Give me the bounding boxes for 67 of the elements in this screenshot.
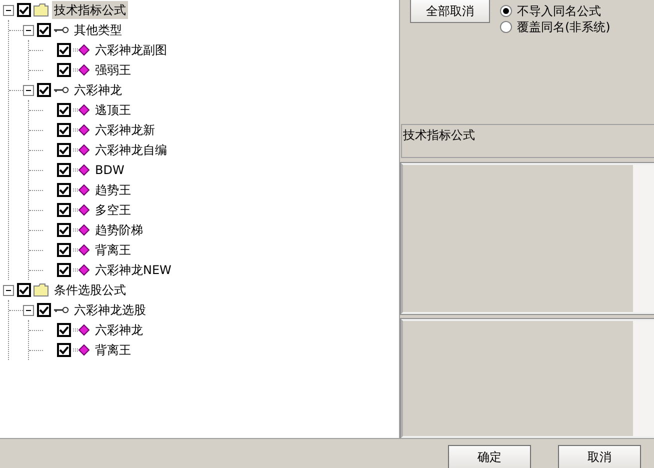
- checkbox[interactable]: [57, 143, 71, 157]
- cancel-button[interactable]: 取消: [558, 445, 641, 468]
- tree-item[interactable]: 六彩神龙选股: [72, 301, 148, 319]
- diamond-icon: [73, 344, 90, 356]
- tree-item[interactable]: 六彩神龙NEW: [93, 261, 174, 279]
- tree-item[interactable]: 六彩神龙副图: [93, 41, 169, 59]
- tree-item[interactable]: 六彩神龙新: [93, 121, 157, 139]
- checkbox[interactable]: [57, 243, 71, 257]
- collapse-icon[interactable]: [23, 24, 34, 36]
- diamond-icon: [73, 164, 90, 176]
- tree-item[interactable]: 六彩神龙自编: [93, 141, 169, 159]
- checkbox[interactable]: [57, 43, 71, 57]
- tree-item[interactable]: 六彩神龙: [72, 81, 124, 99]
- folder-icon: [33, 3, 49, 17]
- checkbox[interactable]: [57, 103, 71, 117]
- checkbox[interactable]: [57, 343, 71, 357]
- collapse-icon[interactable]: [23, 304, 34, 316]
- tree-item[interactable]: 趋势王: [93, 181, 133, 199]
- checkbox[interactable]: [57, 123, 71, 137]
- diamond-icon: [73, 144, 90, 156]
- diamond-icon: [73, 244, 90, 256]
- tree-item[interactable]: 背离王: [93, 341, 133, 359]
- diamond-icon: [73, 64, 90, 76]
- radio-button[interactable]: [500, 5, 512, 17]
- checkbox[interactable]: [37, 83, 51, 97]
- checkbox[interactable]: [17, 3, 31, 17]
- tree-item[interactable]: 逃顶王: [93, 101, 133, 119]
- tree-item[interactable]: 强弱王: [93, 61, 133, 79]
- diamond-icon: [73, 264, 90, 276]
- diamond-icon: [73, 324, 90, 336]
- radio-label[interactable]: 覆盖同名(非系统): [517, 18, 610, 36]
- tree-item[interactable]: BDW: [93, 161, 126, 179]
- checkbox[interactable]: [57, 323, 71, 337]
- diamond-icon: [73, 104, 90, 116]
- key-icon: [53, 86, 69, 94]
- checkbox[interactable]: [57, 203, 71, 217]
- tree-item[interactable]: 趋势阶梯: [93, 221, 145, 239]
- tree-item[interactable]: 其他类型: [72, 21, 124, 39]
- deselect-all-button[interactable]: 全部取消: [410, 0, 490, 23]
- key-icon: [53, 306, 69, 314]
- checkbox[interactable]: [57, 183, 71, 197]
- diamond-icon: [73, 224, 90, 236]
- tree-item[interactable]: 条件选股公式: [52, 281, 128, 299]
- tree-item[interactable]: 多空王: [93, 201, 133, 219]
- radio-button[interactable]: [500, 21, 512, 33]
- info-box: 技术指标公式: [401, 124, 654, 158]
- diamond-icon: [73, 44, 90, 56]
- tree-item[interactable]: 六彩神龙: [93, 321, 145, 339]
- ok-button[interactable]: 确定: [448, 445, 531, 468]
- tree-item[interactable]: 技术指标公式: [52, 1, 128, 19]
- checkbox[interactable]: [37, 303, 51, 317]
- checkbox[interactable]: [37, 23, 51, 37]
- diamond-icon: [73, 124, 90, 136]
- collapse-icon[interactable]: [23, 84, 34, 96]
- folder-icon: [33, 283, 49, 297]
- checkbox[interactable]: [57, 263, 71, 277]
- checkbox[interactable]: [57, 223, 71, 237]
- key-icon: [53, 26, 69, 34]
- collapse-icon[interactable]: [3, 4, 14, 16]
- diamond-icon: [73, 184, 90, 196]
- tree-item[interactable]: 背离王: [93, 241, 133, 259]
- radio-label[interactable]: 不导入同名公式: [517, 2, 601, 20]
- checkbox[interactable]: [17, 283, 31, 297]
- checkbox[interactable]: [57, 163, 71, 177]
- checkbox[interactable]: [57, 63, 71, 77]
- diamond-icon: [73, 204, 90, 216]
- collapse-icon[interactable]: [3, 284, 14, 296]
